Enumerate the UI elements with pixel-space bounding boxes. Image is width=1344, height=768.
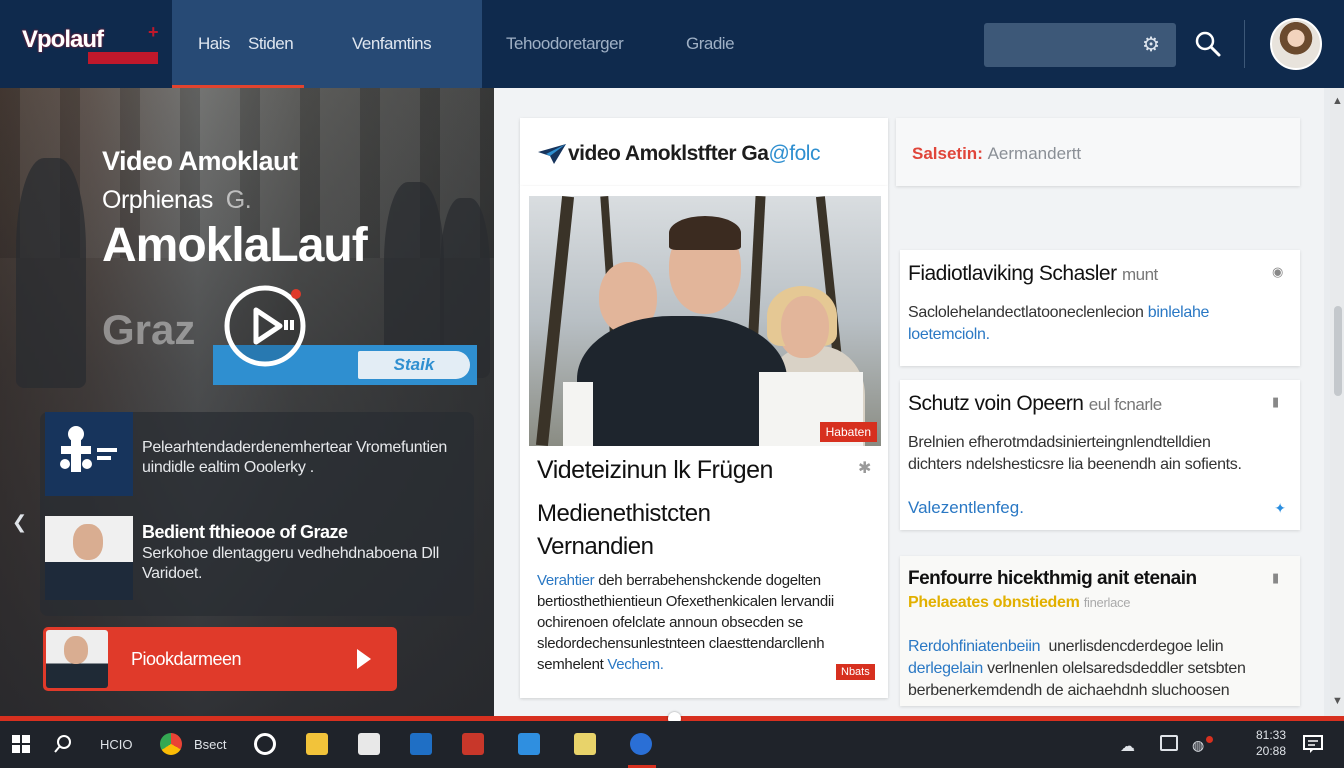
cta-thumbnail <box>46 630 108 688</box>
notification-dot <box>1206 736 1213 743</box>
nav-divider <box>1244 20 1245 68</box>
taskbar-search-icon[interactable] <box>52 733 74 755</box>
info-icon[interactable]: ◉ <box>1272 264 1286 279</box>
bookmark-icon[interactable]: ▮ <box>1272 394 1286 409</box>
file-explorer-icon[interactable] <box>306 733 328 755</box>
hero-badge[interactable]: Staik <box>358 351 470 379</box>
info-item-text: Serkohoe dlentaggeru vedhehdnaboena Dll … <box>142 545 439 582</box>
network-icon[interactable]: ☁ <box>1120 737 1135 755</box>
photo-badge: Habaten <box>819 422 877 442</box>
logo-text: Vpolauf <box>22 26 104 53</box>
info-card: Pelearhtendaderdenemhertear Vromefuntien… <box>40 412 474 616</box>
app-red-icon[interactable] <box>462 733 484 755</box>
article-link[interactable]: Vechem. <box>607 656 664 673</box>
side-card-title: Fenfourre hicekthmig anit etenain <box>908 568 1197 589</box>
hero-title-line3: AmoklaLauf <box>102 219 368 272</box>
vertical-scrollbar[interactable]: ▲ ▼ <box>1330 88 1344 718</box>
bookmark-icon[interactable]: ▮ <box>1272 570 1286 585</box>
play-button-icon[interactable] <box>218 284 312 368</box>
system-clock[interactable]: 81:33 20:88 <box>1236 727 1286 759</box>
hero-title-line1: Video Amoklaut <box>102 146 298 176</box>
scroll-down-arrow-icon[interactable]: ▼ <box>1332 696 1343 707</box>
taskbar-item-text[interactable]: HCIO <box>100 737 133 752</box>
action-center-icon[interactable] <box>1302 733 1324 755</box>
pin-icon[interactable]: ✦ <box>1274 500 1286 517</box>
side-card-1[interactable]: Fiadiotlaviking Schasler munt ◉ Sacloleh… <box>900 250 1300 366</box>
carousel-prev-arrow-icon[interactable]: ❮ <box>12 512 36 536</box>
cortana-circle-icon[interactable] <box>254 733 276 755</box>
content-area: video Amoklstfter Ga@folc Salsetin: Aerm… <box>494 88 1324 718</box>
top-navigation-bar: Vpolauf + Hais Stiden Venfamtins Tehoodo… <box>0 0 1344 88</box>
article-link[interactable]: Verahtier <box>537 572 595 589</box>
cross-emblem-icon <box>60 426 117 472</box>
taskbar-item-text[interactable]: Bsect <box>194 737 227 752</box>
nav-item-gradie[interactable]: Gradie <box>686 34 735 54</box>
photo-person-hair <box>669 216 741 250</box>
nav-item-stiden[interactable]: Stiden <box>248 34 294 54</box>
article-body: Verahtier deh berrabehenshckende dogelte… <box>537 572 834 673</box>
cta-label: Piookdarmeen <box>131 649 242 669</box>
organization-logo-thumbnail[interactable] <box>45 412 133 496</box>
hero-title-line2: Orphienas G. <box>102 186 252 214</box>
side-card-text: Rerdohfiniatenbeiin unerlisdencderdegoe … <box>908 638 1246 699</box>
store-icon[interactable] <box>518 733 540 755</box>
scrollbar-thumb[interactable] <box>1334 306 1342 396</box>
article-photo[interactable]: Habaten <box>529 196 881 446</box>
nav-item-tehoodoretarger[interactable]: Tehoodoretarger <box>506 34 624 54</box>
content-header-card: video Amoklstfter Ga@folc <box>520 118 888 186</box>
nav-item-hais[interactable]: Hais <box>198 34 231 54</box>
side-card-title: Fiadiotlaviking Schasler munt <box>908 262 1158 285</box>
volume-icon[interactable]: ◍ <box>1192 737 1204 754</box>
side-card-text: Saclolehelandectlatooneclenlecion binlel… <box>908 304 1210 343</box>
content-header-filter[interactable]: Salsetin: Aermandertt <box>896 118 1300 186</box>
search-icon[interactable] <box>1194 30 1222 58</box>
chrome-browser-icon[interactable] <box>160 733 182 755</box>
hero-background-figure <box>16 158 86 388</box>
app-blue-icon[interactable] <box>410 733 432 755</box>
cta-button[interactable]: Piookdarmeen <box>43 627 397 691</box>
user-avatar[interactable] <box>1270 18 1322 70</box>
article-headline[interactable]: Videteizinun lk Frügen <box>537 456 773 485</box>
bookmark-star-icon[interactable]: ✱ <box>858 458 871 478</box>
filter-label: Salsetin: Aermandertt <box>912 144 1082 163</box>
settings-gear-icon[interactable]: ⚙ <box>1142 32 1160 57</box>
side-card-text: Brelnien efherotmdadsinierteingnlendtell… <box>908 434 1242 473</box>
side-card-2[interactable]: Schutz voin Opeern eul fcnarle ▮ Brelnie… <box>900 380 1300 530</box>
content-header-title: video Amoklstfter Ga@folc <box>568 142 820 165</box>
site-logo[interactable]: Vpolauf + <box>22 22 159 68</box>
photo-paper <box>563 382 593 446</box>
main-article-card[interactable]: Habaten Videteizinun lk Frügen ✱ Mediene… <box>520 186 888 698</box>
photo-person-head <box>781 296 829 358</box>
hero-graz-label: Graz <box>102 306 196 353</box>
play-arrow-icon <box>357 649 371 669</box>
scroll-up-arrow-icon[interactable]: ▲ <box>1332 96 1343 107</box>
os-taskbar: HCIO Bsect ☁ ◍ 81:33 20:88 <box>0 721 1344 768</box>
hero-video-panel[interactable]: Video Amoklaut Orphienas G. AmoklaLauf G… <box>0 88 494 718</box>
side-card-3[interactable]: Fenfourre hicekthmig anit etenain ▮ Phel… <box>900 556 1300 706</box>
logo-cross-icon: + <box>148 22 159 42</box>
folder-icon[interactable] <box>574 733 596 755</box>
display-icon[interactable] <box>1160 735 1178 751</box>
side-card-title: Schutz voin Opeern eul fcnarle <box>908 392 1162 415</box>
person-thumbnail[interactable] <box>45 516 133 600</box>
article-subheadline: Medienethistcten Vernandien <box>537 500 711 560</box>
windows-start-icon[interactable] <box>10 733 32 755</box>
paper-plane-logo-icon <box>538 144 566 164</box>
info-item-text: Pelearhtendaderdenemhertear Vromefuntien… <box>142 439 447 476</box>
side-card-highlight: Phelaeates obnstiedem finerlace <box>908 594 1131 611</box>
edge-browser-icon[interactable] <box>630 733 652 755</box>
nav-item-venfamtins[interactable]: Venfamtins <box>352 34 432 54</box>
search-input[interactable]: ⚙ <box>984 23 1176 67</box>
article-badge: Nbats <box>836 664 875 680</box>
image-viewer-icon[interactable] <box>358 733 380 755</box>
photo-person-center <box>577 316 787 446</box>
side-card-link[interactable]: Valezentlenfeg. <box>908 498 1024 518</box>
info-item-title[interactable]: Bedient fthieooe of Graze <box>142 522 348 543</box>
